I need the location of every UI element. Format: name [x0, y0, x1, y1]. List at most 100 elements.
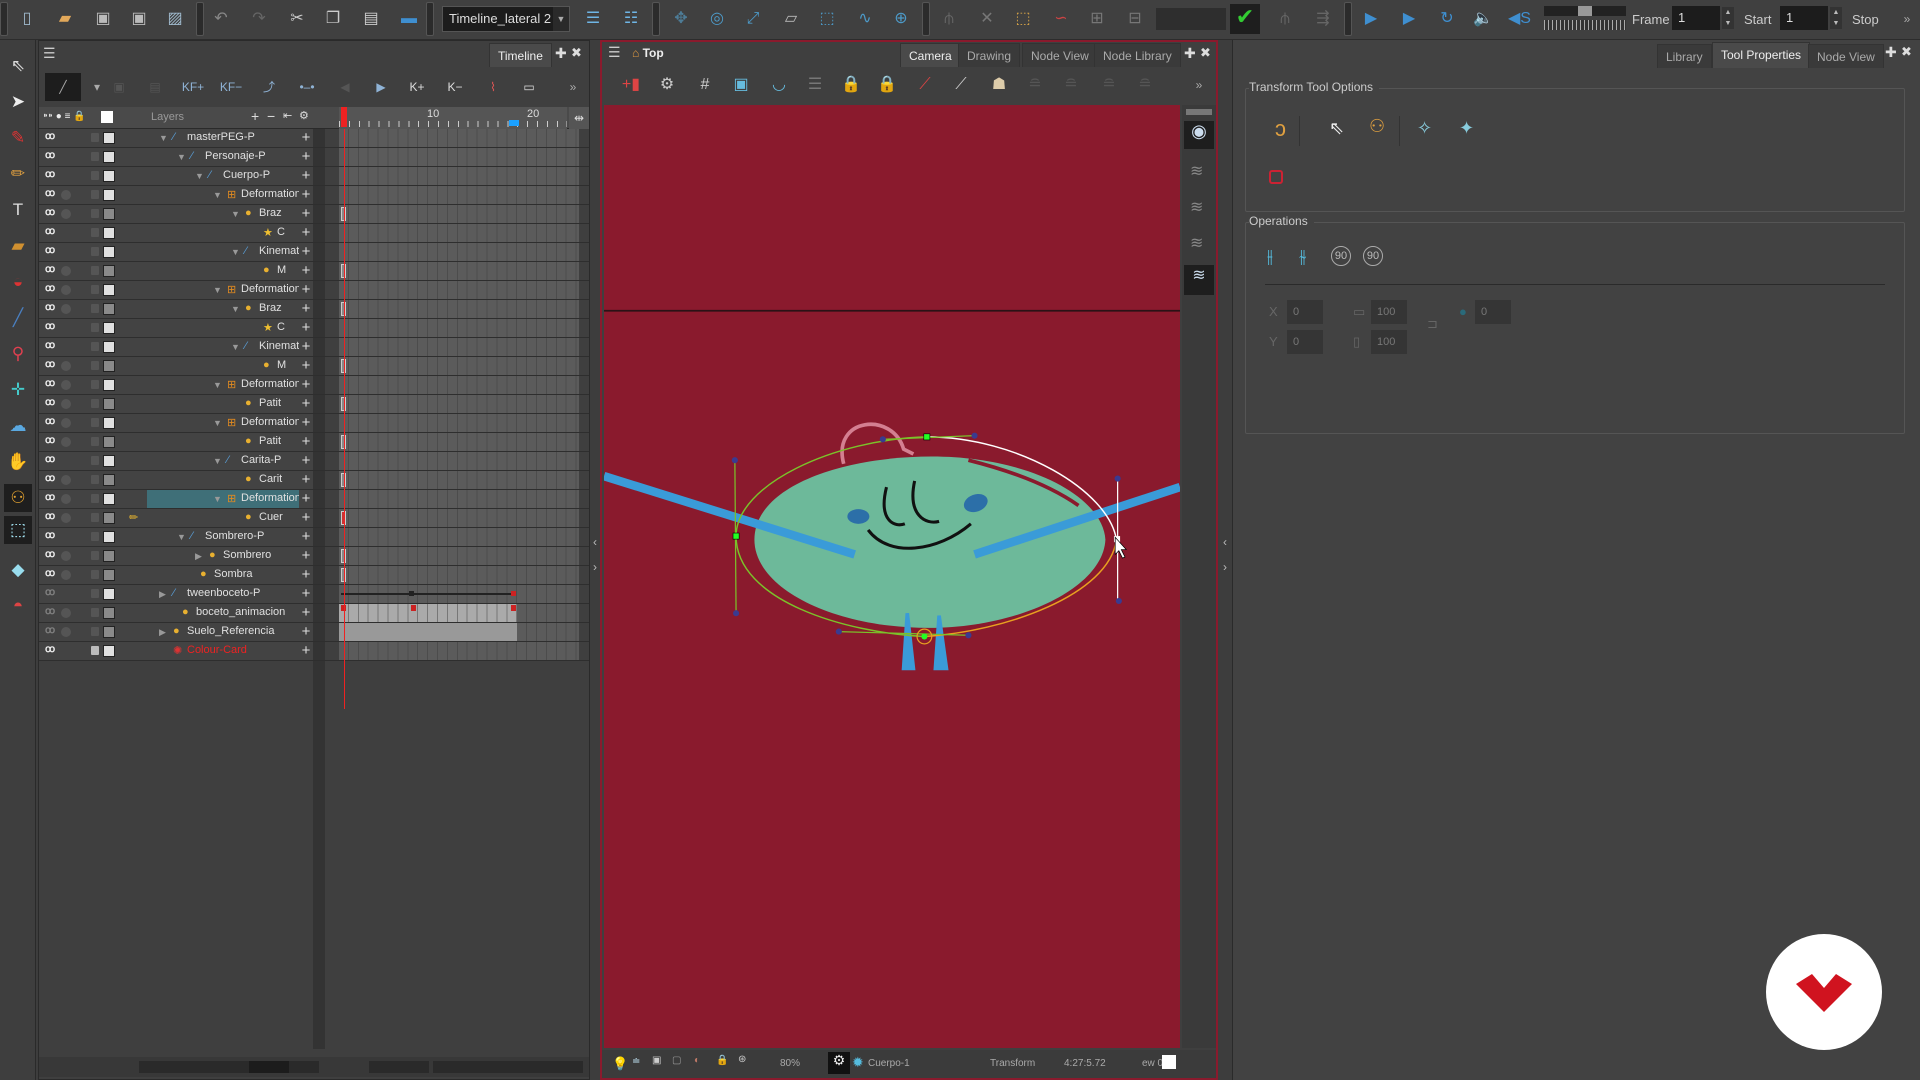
layer-name-cell[interactable]: ▼ ⊞ Deformation- [147, 414, 313, 432]
layer-name-cell[interactable]: ★ C [147, 224, 313, 242]
peg-selection-icon[interactable]: ⇖ [1329, 118, 1344, 139]
layer-colour-swatch[interactable] [103, 303, 115, 315]
add-child-layer-button[interactable]: + [299, 547, 313, 565]
visibility-icon[interactable]: ꝏ [45, 435, 55, 446]
layers-hscrollbar[interactable] [139, 1061, 319, 1073]
deform-icon[interactable]: ⊞ [1086, 8, 1108, 30]
visibility-icon[interactable]: ꝏ [45, 321, 55, 332]
snap-icon[interactable]: ✧ [1417, 118, 1432, 139]
bone-icon[interactable]: ✕ [976, 8, 998, 30]
expand-triangle-icon[interactable]: ▼ [231, 342, 240, 352]
play-selection-icon[interactable]: ▶ [1398, 8, 1420, 30]
expand-triangle-icon[interactable]: ▼ [213, 380, 222, 390]
visibility-icon[interactable]: ꝏ [45, 492, 55, 503]
tab-tool-properties[interactable]: Tool Properties [1712, 42, 1811, 68]
eye-icon[interactable]: ◉ [1184, 121, 1214, 149]
frame-spinner[interactable]: ▲ ▼ [1722, 7, 1734, 29]
layer-name-cell[interactable]: ● Cuer [147, 509, 313, 527]
layer-colour-swatch[interactable] [103, 531, 115, 543]
frame-field[interactable]: 1 [1672, 6, 1720, 30]
layer-name-cell[interactable]: ● M [147, 357, 313, 375]
layer-colour-swatch[interactable] [103, 151, 115, 163]
light-table-icon[interactable]: ☰ [804, 74, 826, 96]
layer-row[interactable]: ꝏ ▼ ⁄ Cuerpo-P + [39, 167, 589, 186]
layer-frames[interactable] [339, 566, 579, 584]
more-icon[interactable]: » [1188, 74, 1210, 96]
expand-triangle-icon[interactable]: ▼ [213, 418, 222, 428]
layer-row[interactable]: ꝏ ▼ ⁄ Carita-P + [39, 452, 589, 471]
add-child-layer-button[interactable]: + [299, 642, 313, 660]
contour-editor-icon[interactable]: ➤ [4, 88, 32, 116]
add-keyframe-icon[interactable]: KF+ [181, 75, 205, 99]
visibility-icon[interactable]: ꝏ [45, 131, 55, 142]
lock-all-icon[interactable]: 🔒 [876, 74, 898, 96]
previous-keyframe-icon[interactable]: ◀ [333, 75, 357, 99]
layer-name-cell[interactable]: ● Patit [147, 395, 313, 413]
layer-name-cell[interactable]: ▼ ⁄ Kinemati [147, 243, 313, 261]
add-child-layer-button[interactable]: + [299, 300, 313, 318]
add-child-layer-button[interactable]: + [299, 167, 313, 185]
eraser-icon[interactable]: ▰ [4, 232, 32, 260]
visibility-icon[interactable]: ꝏ [45, 169, 55, 180]
width-field[interactable]: 100 [1371, 300, 1407, 324]
layer-row[interactable]: ꝏ ▶ ⁄ tweenboceto-P + [39, 585, 589, 604]
layer-frames[interactable] [339, 186, 579, 204]
layer-row[interactable]: ꝏ ● Sombra + [39, 566, 589, 585]
add-child-layer-button[interactable]: + [299, 585, 313, 603]
layer-colour-swatch[interactable] [103, 645, 115, 657]
solo-icon[interactable] [61, 285, 71, 295]
layers-icon[interactable]: ≋ [1190, 161, 1203, 181]
frame-ruler[interactable]: 10 20 [339, 107, 567, 129]
y-position-field[interactable]: 0 [1287, 330, 1323, 354]
visibility-icon[interactable]: ꝏ [45, 302, 55, 313]
transform-tool-icon[interactable]: ⬚ [4, 516, 32, 544]
layer-colour-swatch[interactable] [103, 455, 115, 467]
layer-colour-swatch[interactable] [103, 626, 115, 638]
frame-icon[interactable]: ▣ [652, 1055, 661, 1066]
toolbar-grip[interactable] [196, 2, 204, 36]
deformer-select[interactable] [1156, 8, 1226, 30]
add-panel-icon[interactable]: ✚ [1184, 45, 1196, 62]
layer-name-cell[interactable]: ✺ Colour-Card [147, 642, 313, 660]
toolbar-grip[interactable] [426, 2, 434, 36]
cut-icon[interactable]: ✂ [286, 8, 308, 30]
paste-icon[interactable]: ▤ [360, 8, 382, 30]
expand-triangle-icon[interactable]: ▼ [213, 494, 222, 504]
layer-frames[interactable] [339, 471, 579, 489]
settings-gear-icon[interactable]: ⚙ [656, 74, 678, 96]
layer-colour-swatch[interactable] [103, 569, 115, 581]
header-colour-swatch[interactable] [101, 111, 113, 123]
layer-name-cell[interactable]: ▼ ⊞ Deformation- [147, 281, 313, 299]
tab-node-library[interactable]: Node Library [1094, 43, 1181, 67]
layer-row[interactable]: ꝏ ● M + [39, 357, 589, 376]
layer-colour-swatch[interactable] [103, 360, 115, 372]
visibility-icon[interactable]: ꝏ [45, 644, 55, 655]
layer-row[interactable]: ꝏ ▼ ⊞ Deformation- + [39, 186, 589, 205]
layer-colour-swatch[interactable] [103, 189, 115, 201]
layer-frames[interactable] [339, 490, 579, 508]
lock-icon[interactable]: 🔒 [840, 74, 862, 96]
layer-row[interactable]: ꝏ ✏ ● Cuer + [39, 509, 589, 528]
visibility-icon[interactable]: ꝏ [45, 264, 55, 275]
expand-triangle-icon[interactable]: ▼ [177, 152, 186, 162]
playhead-handle[interactable] [341, 107, 347, 127]
solo-icon[interactable] [61, 399, 71, 409]
visibility-icon[interactable]: ꝏ [45, 549, 55, 560]
add-child-layer-button[interactable]: + [299, 566, 313, 584]
layer-row[interactable]: ꝏ ▶ ● Suelo_Referencia + [39, 623, 589, 642]
scale-icon[interactable]: ⤢ [742, 8, 764, 30]
visibility-icon[interactable]: ꝏ [45, 245, 55, 256]
undo-icon[interactable]: ↶ [210, 8, 232, 30]
layers-remove-icon[interactable]: ≋ [1190, 233, 1203, 253]
layer-colour-swatch[interactable] [103, 322, 115, 334]
ik-icon[interactable]: ∿ [854, 8, 876, 30]
lock-icon[interactable] [91, 361, 99, 370]
expand-triangle-icon[interactable]: ▼ [177, 532, 186, 542]
layer-frames[interactable] [339, 205, 579, 223]
envelope-icon[interactable]: ⬚ [1012, 8, 1034, 30]
collapse-right-icon[interactable]: ‹ [1220, 535, 1230, 555]
layer-row[interactable]: ꝏ ▼ ⊞ Deformation- + [39, 414, 589, 433]
grid-icon[interactable]: # [694, 74, 716, 96]
layer-frames[interactable] [339, 414, 579, 432]
layer-frames[interactable] [339, 167, 579, 185]
